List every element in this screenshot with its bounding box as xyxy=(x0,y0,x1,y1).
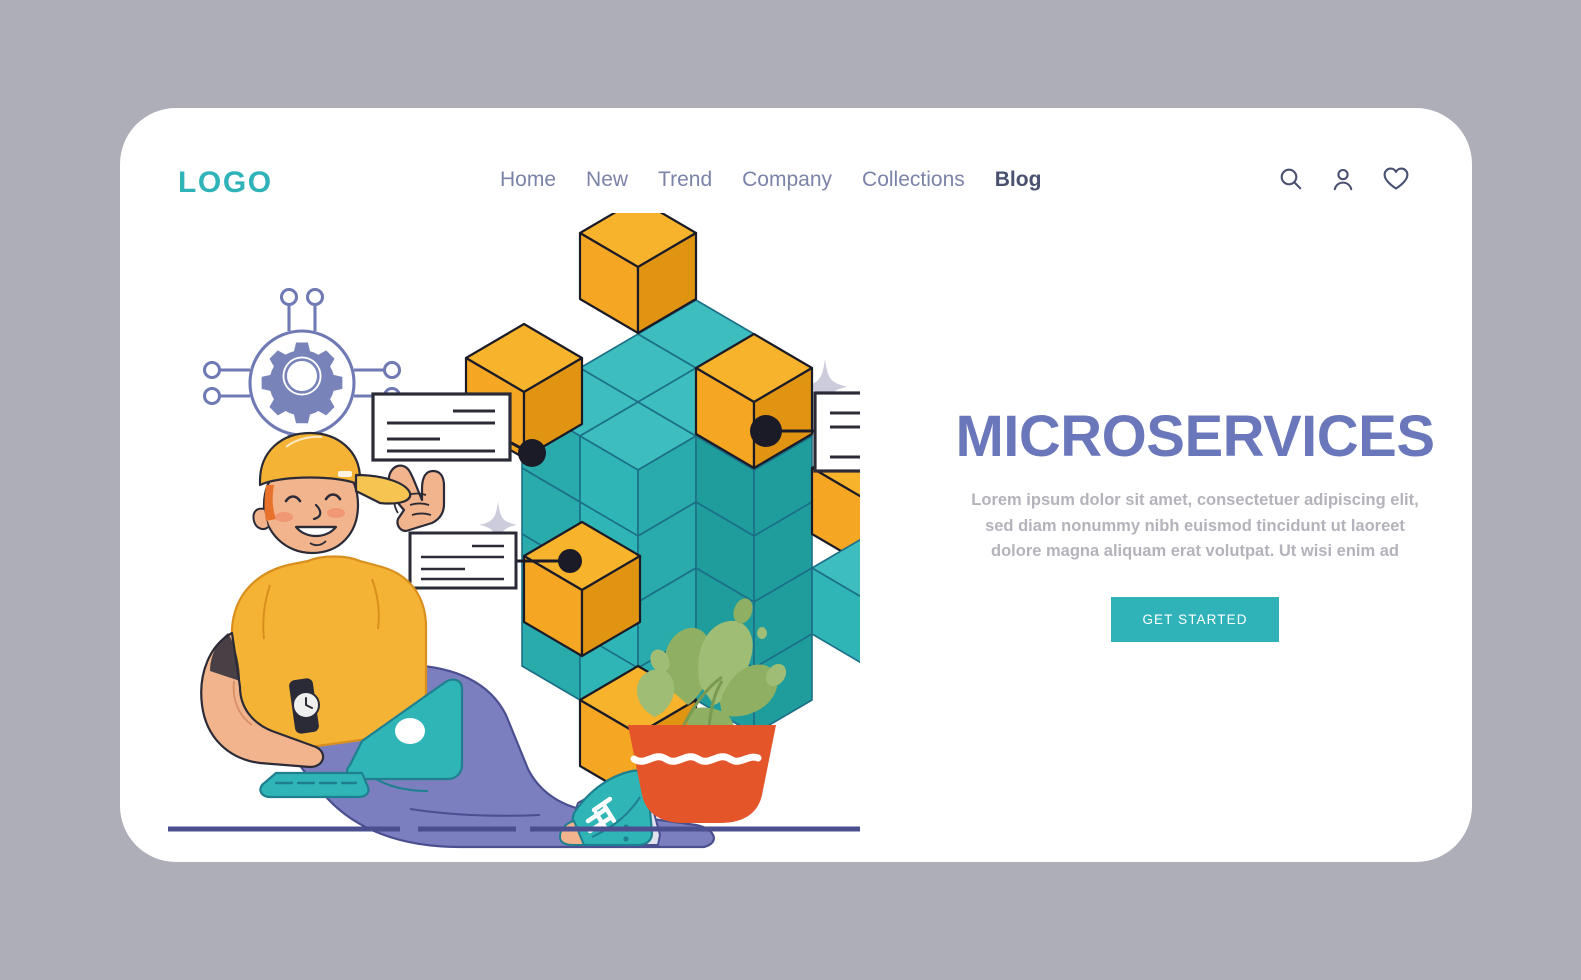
hero-subtitle: Lorem ipsum dolor sit amet, consectetuer… xyxy=(971,491,1419,561)
isometric-cube-cluster xyxy=(464,213,860,802)
callout-dot-right xyxy=(750,415,782,447)
landing-card: LOGO Home New Trend Company Collections … xyxy=(120,108,1472,862)
gear-icon xyxy=(261,342,343,424)
cube-teal-outer-right xyxy=(811,538,860,664)
nav-item-collections[interactable]: Collections xyxy=(862,168,965,192)
flower-pot xyxy=(628,725,776,823)
nav-item-home[interactable]: Home xyxy=(500,168,556,192)
main-navigation: Home New Trend Company Collections Blog xyxy=(500,168,1041,192)
microservices-illustration xyxy=(160,213,860,853)
heart-icon[interactable] xyxy=(1382,166,1410,192)
hero-section: MICROSERVICES Lorem ipsum dolor sit amet… xyxy=(950,408,1440,642)
nav-item-company[interactable]: Company xyxy=(742,168,832,192)
user-icon[interactable] xyxy=(1330,166,1356,192)
nav-item-trend[interactable]: Trend xyxy=(658,168,712,192)
callout-dot-bottom xyxy=(558,549,582,573)
page-title: MICROSERVICES xyxy=(955,404,1435,469)
nav-item-new[interactable]: New xyxy=(586,168,628,192)
header-actions xyxy=(1278,166,1410,192)
logo[interactable]: LOGO xyxy=(178,166,273,200)
get-started-button[interactable]: GET STARTED xyxy=(1111,596,1279,642)
search-icon[interactable] xyxy=(1278,166,1304,192)
page-root: LOGO Home New Trend Company Collections … xyxy=(0,0,1581,980)
nav-item-blog[interactable]: Blog xyxy=(995,168,1042,192)
callout-dot-left xyxy=(518,439,546,467)
